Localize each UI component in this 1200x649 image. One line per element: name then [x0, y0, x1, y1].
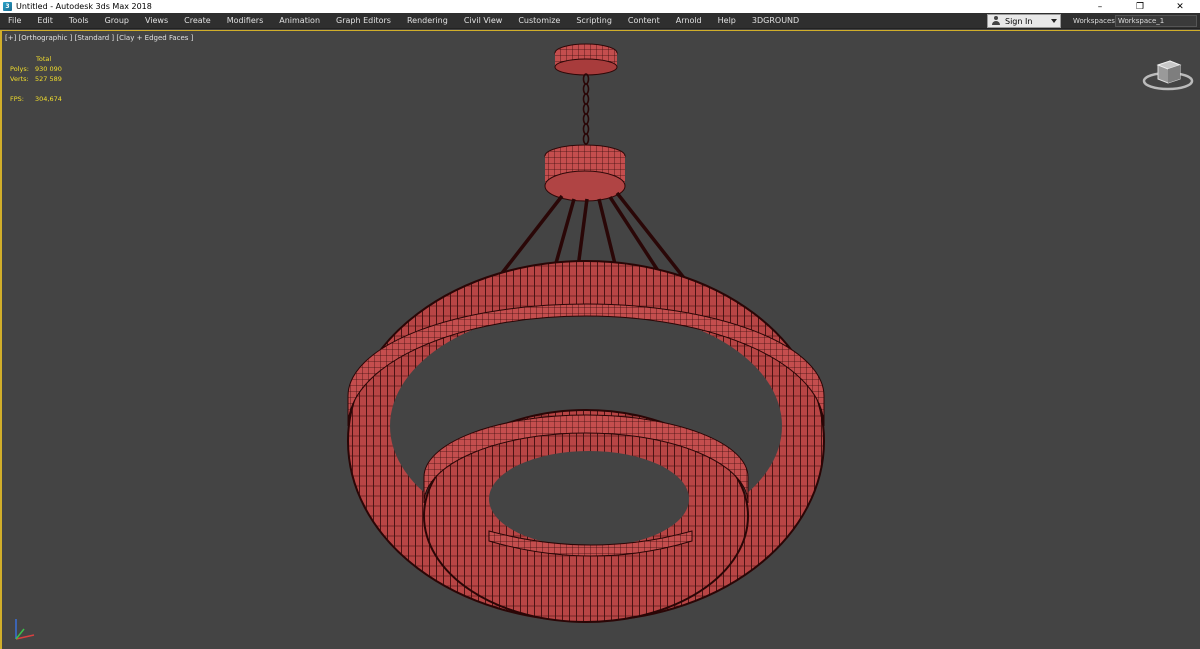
3dsmax-app-icon: 3 [3, 2, 12, 11]
fps-value: 304,674 [35, 95, 62, 103]
menu-arnold[interactable]: Arnold [668, 13, 710, 29]
menu-rendering[interactable]: Rendering [399, 13, 456, 29]
menu-customize[interactable]: Customize [510, 13, 568, 29]
chevron-down-icon [1051, 19, 1057, 23]
menu-file[interactable]: File [0, 13, 29, 29]
perspective-viewport[interactable]: [+] [Orthographic ] [Standard ] [Clay + … [0, 30, 1200, 649]
window-title: Untitled - Autodesk 3ds Max 2018 [16, 2, 152, 11]
axis-tripod-icon [15, 619, 35, 640]
menu-scripting[interactable]: Scripting [568, 13, 620, 29]
stats-header: Total [36, 55, 52, 63]
polys-value: 930 090 [35, 65, 62, 73]
menu-graph-editors[interactable]: Graph Editors [328, 13, 399, 29]
viewcube-icon[interactable] [1142, 53, 1194, 93]
menu-modifiers[interactable]: Modifiers [219, 13, 272, 29]
sign-in-label: Sign In [1005, 16, 1033, 26]
verts-value: 527 589 [35, 75, 62, 83]
minimize-button[interactable]: – [1080, 0, 1120, 13]
workspace-select[interactable]: Workspace_1 [1115, 15, 1197, 27]
menu-content[interactable]: Content [620, 13, 668, 29]
verts-label: Verts: [10, 75, 29, 83]
maximize-button[interactable]: ❐ [1120, 0, 1160, 13]
close-button[interactable]: ✕ [1160, 0, 1200, 13]
menu-animation[interactable]: Animation [271, 13, 328, 29]
menu-group[interactable]: Group [97, 13, 137, 29]
user-icon [991, 16, 1001, 26]
menu-views[interactable]: Views [137, 13, 176, 29]
menu-3dground[interactable]: 3DGROUND [744, 13, 807, 29]
inner-ring [423, 409, 749, 623]
window-titlebar: 3 Untitled - Autodesk 3ds Max 2018 – ❐ ✕ [0, 0, 1200, 13]
window-controls: – ❐ ✕ [1080, 0, 1200, 13]
polys-label: Polys: [10, 65, 29, 73]
workspaces-label: Workspaces: [1073, 17, 1118, 25]
viewport-label[interactable]: [+] [Orthographic ] [Standard ] [Clay + … [5, 34, 193, 42]
menu-tools[interactable]: Tools [61, 13, 97, 29]
ceiling-canopy [554, 43, 618, 76]
menu-civil-view[interactable]: Civil View [456, 13, 511, 29]
sign-in-dropdown[interactable]: Sign In [987, 14, 1061, 28]
chain [582, 73, 590, 145]
scene-statistics: Total Polys: 930 090 Verts: 527 589 FPS:… [10, 54, 75, 104]
fps-label: FPS: [10, 95, 24, 103]
menu-create[interactable]: Create [176, 13, 219, 29]
menu-edit[interactable]: Edit [29, 13, 61, 29]
chandelier-model[interactable] [2, 31, 1200, 649]
menu-help[interactable]: Help [710, 13, 744, 29]
hub [544, 144, 626, 202]
